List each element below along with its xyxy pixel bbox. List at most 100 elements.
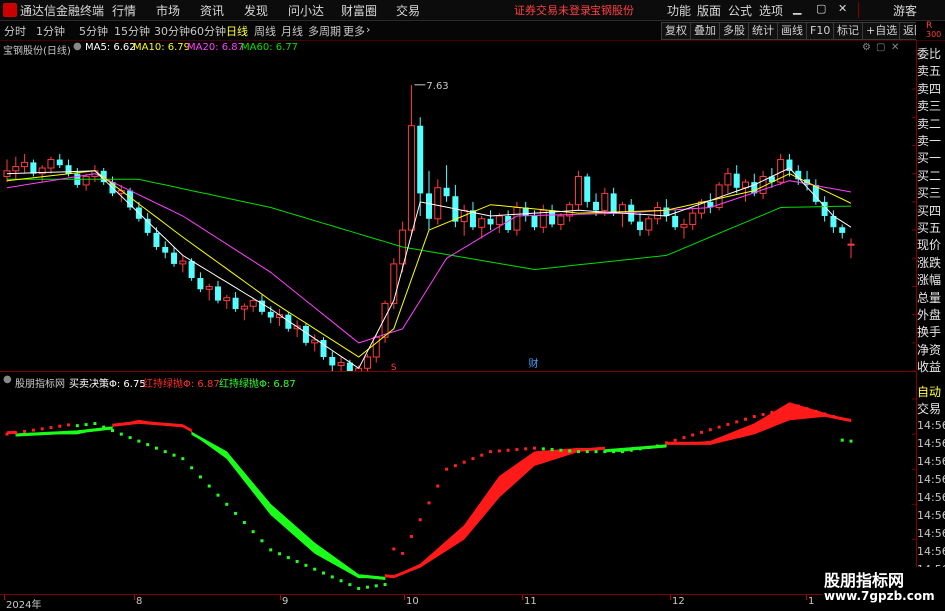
menubar-divider bbox=[858, 2, 859, 18]
indicator-band-segment bbox=[200, 436, 210, 447]
indicator-band-segment bbox=[358, 574, 368, 579]
indicator-dot bbox=[278, 552, 282, 556]
period-tab-daily[interactable]: 日线 bbox=[226, 23, 248, 39]
indicator-dot bbox=[409, 535, 413, 539]
indicator-dot bbox=[84, 423, 88, 427]
menu-ask[interactable]: 问小达 bbox=[288, 2, 324, 19]
candle-body bbox=[443, 187, 450, 197]
period-tab-30min[interactable]: 30分钟 bbox=[154, 23, 190, 39]
candle-body bbox=[47, 159, 55, 169]
indicator-dot bbox=[172, 453, 176, 457]
indicator-band-segment bbox=[59, 430, 69, 435]
candle-body bbox=[249, 300, 257, 307]
period-tab-monthly[interactable]: 月线 bbox=[281, 23, 303, 39]
indicator-dot bbox=[462, 460, 466, 464]
menu-market[interactable]: 行情 bbox=[112, 2, 136, 19]
candle-body bbox=[267, 311, 274, 318]
s-marker: S bbox=[391, 363, 397, 371]
statistics-button[interactable]: 统计 bbox=[748, 22, 778, 40]
menu-options[interactable]: 选项 bbox=[759, 2, 783, 19]
indicator-dot bbox=[823, 412, 827, 416]
side-item-label: 卖五 bbox=[917, 64, 942, 79]
indicator-dot bbox=[137, 439, 141, 443]
period-tab-multi[interactable]: 多周期 bbox=[308, 23, 341, 39]
candle-body bbox=[12, 166, 20, 172]
indicator-band-segment bbox=[463, 512, 474, 541]
maximize-icon[interactable]: ▢ bbox=[816, 2, 826, 15]
candle-body bbox=[153, 232, 160, 247]
chevron-right-icon[interactable]: › bbox=[366, 23, 370, 36]
multi-stock-button[interactable]: 多股 bbox=[719, 22, 749, 40]
side-item-label: 委比 bbox=[917, 47, 942, 61]
close-icon[interactable]: ✕ bbox=[838, 2, 847, 15]
menu-layout[interactable]: 版面 bbox=[697, 2, 721, 19]
draw-line-button[interactable]: 画线 bbox=[777, 22, 807, 40]
indicator-dot bbox=[576, 450, 580, 454]
indicator-band-segment bbox=[376, 575, 386, 580]
indicator-dot bbox=[805, 407, 809, 411]
add-favorite-button[interactable]: +自选 bbox=[862, 22, 902, 40]
mark-button[interactable]: 标记 bbox=[833, 22, 863, 40]
candle-body bbox=[601, 192, 609, 211]
period-tab-1min[interactable]: 1分钟 bbox=[36, 23, 65, 39]
period-tab-weekly[interactable]: 周线 bbox=[254, 23, 276, 39]
indicator-dot bbox=[682, 436, 686, 440]
candle-body bbox=[329, 356, 336, 366]
indicator-band-segment bbox=[718, 433, 729, 443]
candle-body bbox=[689, 212, 697, 225]
indicator-band-segment bbox=[147, 421, 157, 426]
menu-wealth[interactable]: 财富圈 bbox=[341, 2, 377, 19]
indicator-dot bbox=[234, 511, 238, 515]
menu-trade[interactable]: 交易 bbox=[396, 2, 420, 19]
indicator-band-segment bbox=[490, 475, 500, 509]
indicator-dot bbox=[735, 420, 739, 424]
indicator-dot bbox=[779, 408, 783, 412]
f10-button[interactable]: F10 bbox=[806, 22, 835, 40]
indicator-dot bbox=[348, 583, 352, 587]
menu-news[interactable]: 资讯 bbox=[200, 2, 224, 19]
indicator-band-segment bbox=[24, 432, 34, 437]
indicator-band-segment bbox=[455, 524, 465, 546]
period-tab-15min[interactable]: 15分钟 bbox=[114, 23, 150, 39]
indicator-chart[interactable] bbox=[0, 372, 916, 594]
candle-body bbox=[610, 193, 617, 214]
indicator-band-segment bbox=[472, 499, 482, 530]
indicator-dot bbox=[603, 450, 607, 454]
period-tab-60min[interactable]: 60分钟 bbox=[190, 23, 226, 39]
indicator-dot bbox=[339, 579, 343, 583]
indicator-dot bbox=[664, 441, 668, 445]
menu-market-center[interactable]: 市场 bbox=[156, 2, 180, 19]
period-tab-intraday[interactable]: 分时 bbox=[4, 23, 26, 39]
indicator-band-segment bbox=[85, 428, 96, 433]
guest-button[interactable]: 游客 bbox=[893, 2, 917, 19]
indicator-band-segment bbox=[77, 429, 87, 435]
menu-function[interactable]: 功能 bbox=[667, 2, 691, 19]
side-trade-label[interactable]: 交易 bbox=[917, 400, 941, 417]
menu-bar: 通达信金融终端 行情 市场 资讯 发现 问小达 财富圈 交易 证券交易未登录 宝… bbox=[0, 0, 945, 21]
side-item-label: 买二 bbox=[917, 168, 942, 183]
menu-discover[interactable]: 发现 bbox=[244, 2, 268, 19]
menu-formula[interactable]: 公式 bbox=[728, 2, 752, 19]
candle-body bbox=[417, 125, 424, 194]
login-notice[interactable]: 证券交易未登录 bbox=[514, 2, 591, 18]
indicator-band-segment bbox=[384, 574, 395, 579]
overlay-button[interactable]: 叠加 bbox=[690, 22, 720, 40]
candle-body bbox=[215, 286, 221, 301]
restore-rights-button[interactable]: 复权 bbox=[661, 22, 691, 40]
indicator-dot bbox=[647, 445, 651, 449]
indicator-band-segment bbox=[437, 540, 447, 557]
candle-body bbox=[179, 260, 187, 265]
indicator-dot bbox=[831, 415, 835, 419]
side-item-label: 涨幅 bbox=[917, 273, 942, 288]
minimize-icon[interactable]: ▁ bbox=[793, 2, 801, 15]
indicator-band-segment bbox=[68, 430, 78, 435]
side-trade-label[interactable]: 自动 bbox=[917, 383, 941, 400]
candle-body bbox=[162, 246, 169, 253]
side-item-label: 卖一 bbox=[917, 134, 942, 148]
indicator-dot bbox=[216, 493, 220, 497]
period-tab-more[interactable]: 更多 bbox=[343, 23, 365, 39]
period-tab-5min[interactable]: 5分钟 bbox=[79, 23, 108, 39]
candlestick-chart[interactable]: 7.63←5.50财S bbox=[0, 41, 916, 371]
date-tick-label: 12 bbox=[672, 596, 685, 607]
date-axis: 2024年 8 9 10 11 12 1 bbox=[0, 595, 916, 611]
